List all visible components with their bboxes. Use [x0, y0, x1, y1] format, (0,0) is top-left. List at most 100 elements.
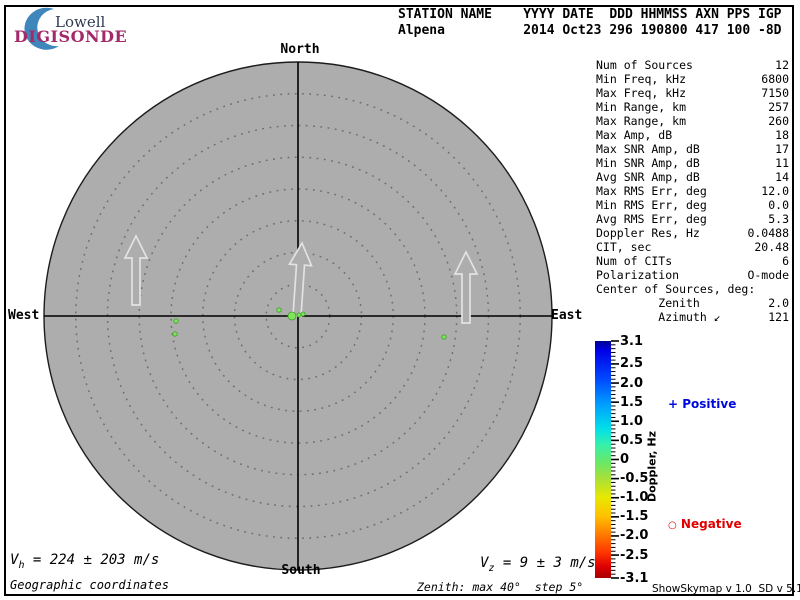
vh-value: = 224 ± 203 m/s: [24, 552, 159, 568]
stat-value: 121: [768, 310, 789, 324]
stat-value: 14: [775, 170, 789, 184]
logo-digisonde-text: DIGISONDE: [14, 27, 127, 46]
source-dot: [297, 313, 301, 317]
stats-row: Num of CITs 6: [596, 254, 789, 268]
stats-row: Min Range, km 257: [596, 100, 789, 114]
stats-row: Azimuth ↙ 121: [596, 310, 789, 324]
stats-row: Max SNR Amp, dB 17: [596, 142, 789, 156]
stat-label: Min SNR Amp, dB: [596, 156, 700, 170]
source-dot: [301, 312, 305, 316]
stat-value: 17: [775, 142, 789, 156]
stats-row: Min SNR Amp, dB 11: [596, 156, 789, 170]
stat-value: O-mode: [747, 268, 789, 282]
stat-label: CIT, sec: [596, 240, 651, 254]
colorbar-axis-title: Doppler, Hz: [646, 427, 659, 507]
stats-row: Min RMS Err, deg 0.0: [596, 198, 789, 212]
stat-label: Avg SNR Amp, dB: [596, 170, 700, 184]
stat-label: Min RMS Err, deg: [596, 198, 707, 212]
source-dot: [277, 308, 281, 312]
stat-label: Center of Sources, deg:: [596, 282, 755, 296]
stat-label: Avg RMS Err, deg: [596, 212, 707, 226]
source-dot: [174, 319, 178, 323]
plus-icon: +: [668, 397, 678, 411]
stat-label: Min Freq, kHz: [596, 72, 686, 86]
stat-value: 0.0488: [747, 226, 789, 240]
compass-west-label: West: [8, 308, 39, 323]
stats-row: Num of Sources 12: [596, 58, 789, 72]
coordinate-system-label: Geographic coordinates: [10, 578, 169, 592]
negative-label: Negative: [681, 517, 742, 531]
stat-value: 2.0: [768, 296, 789, 310]
stat-value: 257: [768, 100, 789, 114]
zenith-scale-note: Zenith: max 40° step 5°: [417, 580, 583, 594]
stat-label: Zenith: [596, 296, 700, 310]
stat-value: 0.0: [768, 198, 789, 212]
stat-label: Polarization: [596, 268, 679, 282]
compass-north-label: North: [270, 42, 330, 57]
stats-row: Avg RMS Err, deg 5.3: [596, 212, 789, 226]
negative-doppler-legend: ○ Negative: [668, 517, 742, 531]
stats-row: Center of Sources, deg:: [596, 282, 789, 296]
stat-label: Num of CITs: [596, 254, 672, 268]
stats-row: Polarization O-mode: [596, 268, 789, 282]
positive-doppler-legend: + Positive: [668, 397, 736, 411]
positive-label: Positive: [682, 397, 736, 411]
colorbar-tick-label: -1.0: [620, 490, 648, 505]
stats-row: Max Range, km 260: [596, 114, 789, 128]
vz-value: = 9 ± 3 m/s: [494, 555, 595, 571]
colorbar-tick-label: 1.0: [620, 414, 643, 429]
colorbar-tick-label: -0.5: [620, 471, 648, 486]
stats-row: Max RMS Err, deg 12.0: [596, 184, 789, 198]
stats-row: Avg SNR Amp, dB 14: [596, 170, 789, 184]
header-values-row: Alpena 2014 Oct23 296 190800 417 100 -8D: [398, 23, 782, 39]
stat-value: 5.3: [768, 212, 789, 226]
stat-value: 7150: [761, 86, 789, 100]
version-label: ShowSkymap v 1.0 SD v 5.1: [652, 583, 800, 595]
stat-value: 260: [768, 114, 789, 128]
source-dot: [442, 335, 446, 339]
stat-label: Max RMS Err, deg: [596, 184, 707, 198]
stats-row: Min Freq, kHz 6800: [596, 72, 789, 86]
colorbar-tick-label: -2.0: [620, 528, 648, 543]
header-columns-row: STATION NAME YYYY DATE DDD HHMMSS AXN PP…: [398, 7, 782, 23]
header-table: STATION NAME YYYY DATE DDD HHMMSS AXN PP…: [398, 7, 782, 39]
stat-label: Max Range, km: [596, 114, 686, 128]
source-dot: [288, 312, 296, 320]
stats-row: CIT, sec 20.48: [596, 240, 789, 254]
stat-label: Doppler Res, Hz: [596, 226, 700, 240]
stats-row: Zenith 2.0: [596, 296, 789, 310]
stat-label: Max SNR Amp, dB: [596, 142, 700, 156]
stat-label: Max Amp, dB: [596, 128, 672, 142]
stat-value: 6: [782, 254, 789, 268]
stat-label: Azimuth ↙: [596, 310, 721, 324]
colorbar-tick-label: -1.5: [620, 509, 648, 524]
horizontal-velocity-readout: Vh = 224 ± 203 m/s: [10, 552, 159, 571]
circle-icon: ○: [668, 520, 677, 531]
compass-east-label: East: [551, 308, 582, 323]
stat-label: Min Range, km: [596, 100, 686, 114]
vertical-velocity-readout: Vz = 9 ± 3 m/s: [480, 555, 596, 574]
measurement-stats-panel: Num of Sources12Min Freq, kHz6800Max Fre…: [596, 58, 789, 324]
stat-value: 18: [775, 128, 789, 142]
stats-row: Max Freq, kHz 7150: [596, 86, 789, 100]
stat-label: Max Freq, kHz: [596, 86, 686, 100]
stat-value: 6800: [761, 72, 789, 86]
stats-row: Max Amp, dB 18: [596, 128, 789, 142]
stat-label: Num of Sources: [596, 58, 693, 72]
colorbar-tick-label: 2.0: [620, 376, 643, 391]
stat-value: 11: [775, 156, 789, 170]
colorbar-tick-label: -3.1: [620, 571, 648, 586]
colorbar-tick-label: 2.5: [620, 356, 643, 371]
stat-value: 12.0: [761, 184, 789, 198]
source-dot: [173, 332, 177, 336]
compass-south-label: South: [270, 563, 332, 578]
colorbar-tick-label: 0: [620, 452, 629, 467]
colorbar-tick-label: 0.5: [620, 433, 643, 448]
stat-value: 20.48: [754, 240, 789, 254]
colorbar-tick-label: 3.1: [620, 334, 643, 349]
lowell-digisonde-logo: Lowell DIGISONDE: [10, 6, 140, 50]
stats-row: Doppler Res, Hz 0.0488: [596, 226, 789, 240]
stat-value: 12: [775, 58, 789, 72]
colorbar-tick-label: -2.5: [620, 548, 648, 563]
colorbar-tick-label: 1.5: [620, 395, 643, 410]
